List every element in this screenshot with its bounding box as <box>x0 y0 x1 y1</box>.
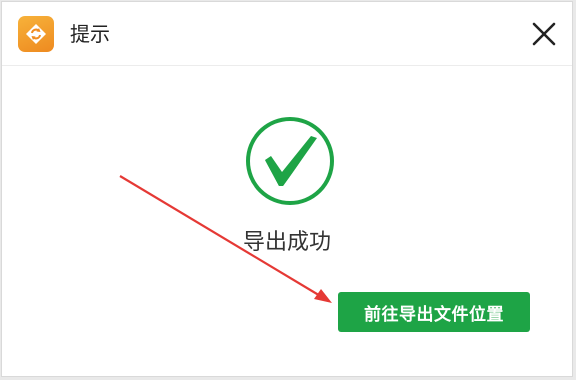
export-success-dialog: 提示 导出成功 前往导出文件位置 <box>1 1 573 377</box>
check-circle-icon <box>245 116 335 206</box>
close-button[interactable] <box>530 20 558 48</box>
dialog-title: 提示 <box>70 22 110 46</box>
open-export-location-button[interactable]: 前往导出文件位置 <box>338 292 530 332</box>
app-logo-icon <box>18 16 54 52</box>
close-icon <box>532 22 556 46</box>
title-bar: 提示 <box>2 2 572 66</box>
success-message: 导出成功 <box>242 230 331 255</box>
